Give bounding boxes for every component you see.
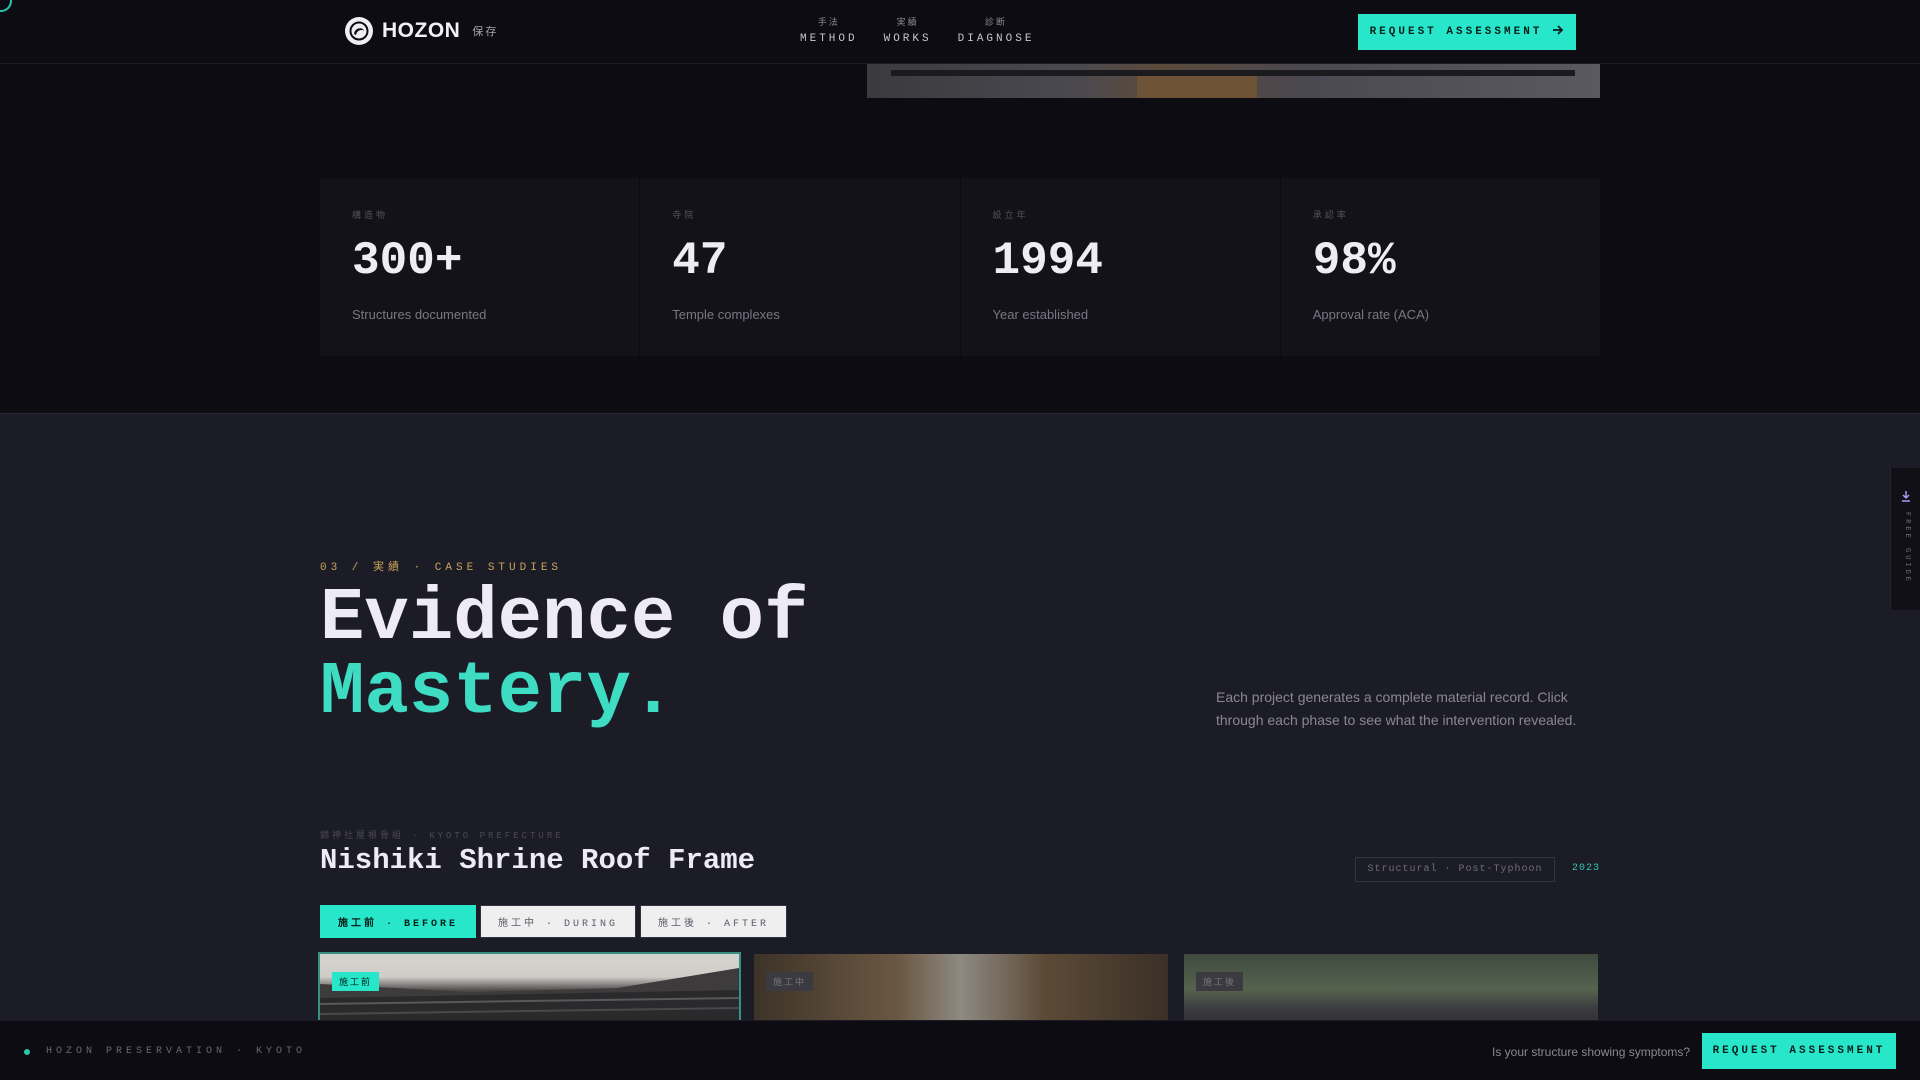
site-header: HOZON 保存 手法 METHOD 実績 WORKS 診断 DIAGNOSE … (0, 0, 1920, 64)
logo-kanji: 保存 (472, 26, 499, 38)
phase-badge: 施工後 (1196, 972, 1244, 991)
download-icon (1900, 490, 1912, 505)
case-studies-section: 03 / 実績 · CASE STUDIES Evidence of Maste… (0, 413, 1920, 1080)
stat-value: 1994 (992, 235, 1103, 287)
stat-label: Year established (992, 307, 1089, 322)
arrow-right-icon (1552, 24, 1564, 40)
stat-kanji: 承認率 (1312, 210, 1349, 220)
request-assessment-button[interactable]: REQUEST ASSESSMENT (1358, 14, 1576, 50)
roof-image (320, 968, 739, 1028)
stat-value: 300+ (352, 235, 463, 287)
free-guide-label: FREE GUIDE (1903, 512, 1911, 585)
headline-line-1: Evidence of (320, 577, 809, 661)
nav-kanji: 診断 (985, 17, 1008, 27)
project-year: 2023 (1572, 863, 1601, 874)
nav-label: METHOD (800, 33, 858, 45)
nav-label: WORKS (883, 33, 932, 45)
section-eyebrow: 03 / 実績 · CASE STUDIES (320, 562, 563, 574)
status-dot (24, 1049, 30, 1055)
stat-value: 47 (672, 235, 728, 287)
footer-brand: HOZON PRESERVATION · KYOTO (46, 1046, 307, 1057)
logo-text: HOZON (382, 19, 461, 42)
project-title: Nishiki Shrine Roof Frame (320, 844, 756, 877)
stat-label: Structures documented (352, 307, 487, 322)
headline-line-2: Mastery. (320, 651, 676, 735)
section-lead: Each project generates a complete materi… (1216, 689, 1577, 728)
nav-label: DIAGNOSE (957, 33, 1035, 45)
tab-during[interactable]: 施工中 · DURING (480, 905, 637, 938)
stat-card: 承認率 98% Approval rate (ACA) (1280, 178, 1600, 356)
stat-card: 設立年 1994 Year established (960, 178, 1281, 356)
stat-label: Temple complexes (672, 307, 780, 322)
section-headline: Evidence of Mastery. (320, 582, 808, 730)
tab-after[interactable]: 施工後 · AFTER (640, 905, 788, 938)
nav-kanji: 手法 (817, 17, 840, 27)
project-tag: Structural · Post-Typhoon (1355, 857, 1555, 882)
stat-kanji: 寺院 (672, 210, 697, 220)
nav-item-diagnose[interactable]: 診断 DIAGNOSE (958, 15, 1035, 45)
stat-card: 寺院 47 Temple complexes (640, 178, 961, 356)
footer-question: Is your structure showing symptoms? (1492, 1045, 1691, 1059)
main-nav: 手法 METHOD 実績 WORKS 診断 DIAGNOSE (800, 15, 1060, 45)
stat-kanji: 設立年 (992, 210, 1029, 220)
phase-tabs: 施工前 · BEFORE 施工中 · DURING 施工後 · AFTER (320, 905, 788, 938)
request-assessment-label: REQUEST ASSESSMENT (1369, 26, 1543, 38)
project-kicker: 錦神社屋根骨組 · KYOTO PREFECTURE (320, 831, 564, 841)
stat-card: 構造物 300+ Structures documented (320, 178, 641, 356)
logo[interactable]: HOZON 保存 (345, 17, 498, 45)
nav-item-method[interactable]: 手法 METHOD (800, 15, 858, 45)
stat-kanji: 構造物 (352, 210, 389, 220)
sticky-footer-bar: HOZON PRESERVATION · KYOTO Is your struc… (0, 1020, 1920, 1080)
phase-badge: 施工前 (332, 972, 380, 991)
nav-kanji: 実績 (896, 17, 919, 27)
logo-icon (345, 17, 373, 45)
tab-before[interactable]: 施工前 · BEFORE (320, 905, 477, 938)
stats-row: 構造物 300+ Structures documented 寺院 47 Tem… (320, 178, 1600, 356)
footer-request-assessment-button[interactable]: REQUEST ASSESSMENT (1702, 1033, 1896, 1069)
stat-value: 98% (1312, 235, 1396, 287)
phase-badge: 施工中 (766, 972, 814, 991)
nav-item-works[interactable]: 実績 WORKS (884, 15, 932, 45)
free-guide-tab[interactable]: FREE GUIDE (1890, 468, 1920, 610)
stat-label: Approval rate (ACA) (1312, 307, 1430, 322)
